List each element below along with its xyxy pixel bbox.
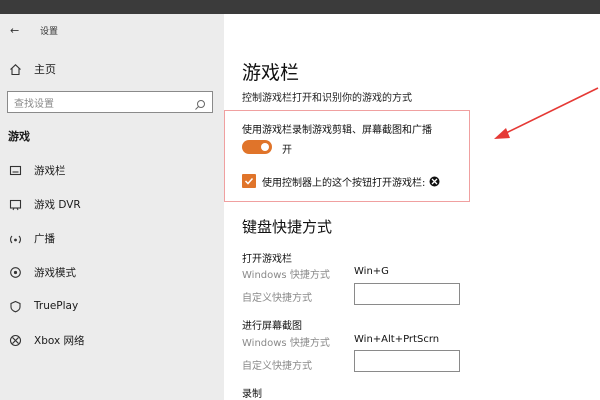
back-arrow-icon[interactable]: ←	[10, 24, 26, 37]
windows-shortcut-label: Windows 快捷方式	[242, 270, 330, 281]
annotation-arrow	[494, 87, 599, 139]
xbox-icon	[8, 333, 22, 347]
next-section-title: 录制	[242, 389, 262, 400]
broadcast-icon	[8, 231, 22, 245]
sidebar-item-broadcast[interactable]: 广播	[8, 229, 55, 247]
section-title: 游戏	[8, 130, 30, 143]
toggle-knob	[261, 143, 269, 151]
custom-shortcut-label: 自定义快捷方式	[242, 361, 312, 372]
shortcut-name: 进行屏幕截图	[242, 321, 302, 332]
sidebar-item-label: 主页	[34, 63, 56, 76]
game-mode-icon	[8, 265, 22, 279]
windows-shortcut-value: Win+G	[354, 266, 389, 277]
toggle-state-label: 开	[282, 145, 292, 156]
home-icon	[8, 62, 22, 76]
search-input[interactable]: 查找设置	[7, 91, 213, 113]
game-bar-icon	[8, 163, 22, 177]
sidebar-item-label: 游戏 DVR	[34, 198, 81, 211]
page-subtitle: 控制游戏栏打开和识别你的游戏的方式	[242, 93, 412, 104]
sidebar-item-label: 游戏模式	[34, 266, 76, 279]
windows-shortcut-label: Windows 快捷方式	[242, 338, 330, 349]
page-title: 游戏栏	[242, 62, 300, 84]
main-content: 游戏栏 控制游戏栏打开和识别你的游戏的方式 使用游戏栏录制游戏剪辑、屏幕截图和广…	[224, 14, 600, 400]
custom-shortcut-input[interactable]	[354, 350, 460, 372]
checkbox-label: 使用控制器上的这个按钮打开游戏栏:	[262, 178, 426, 189]
window-title-bar	[0, 0, 600, 14]
search-placeholder: 查找设置	[14, 98, 54, 110]
sidebar: ← 设置 主页 查找设置 游戏 游戏栏 游戏 DVR 广播 游戏模式 TrueP…	[0, 14, 224, 400]
xbox-button-icon	[429, 176, 440, 187]
dvr-icon	[8, 197, 22, 211]
shortcut-name: 打开游戏栏	[242, 254, 292, 265]
custom-shortcut-input[interactable]	[354, 283, 460, 305]
sidebar-item-trueplay[interactable]: TruePlay	[8, 297, 78, 315]
record-toggle[interactable]	[242, 140, 272, 154]
sidebar-item-game-dvr[interactable]: 游戏 DVR	[8, 195, 81, 213]
trueplay-icon	[8, 299, 22, 313]
checkbox-label-row: 使用控制器上的这个按钮打开游戏栏:	[262, 174, 440, 189]
sidebar-item-game-bar[interactable]: 游戏栏	[8, 161, 66, 179]
record-setting-label: 使用游戏栏录制游戏剪辑、屏幕截图和广播	[242, 125, 432, 136]
sidebar-item-label: Xbox 网络	[34, 334, 85, 347]
sidebar-item-label: 游戏栏	[34, 164, 66, 177]
sidebar-item-label: 广播	[34, 232, 55, 245]
sidebar-item-xbox-network[interactable]: Xbox 网络	[8, 331, 85, 349]
sidebar-item-label: TruePlay	[34, 300, 79, 312]
back-row: ← 设置	[10, 22, 58, 38]
keyboard-shortcuts-title: 键盘快捷方式	[242, 218, 333, 236]
checkmark-icon	[244, 177, 254, 185]
sidebar-item-home[interactable]: 主页	[8, 60, 56, 78]
app-title: 设置	[40, 26, 59, 37]
windows-shortcut-value: Win+Alt+PrtScrn	[354, 334, 440, 345]
controller-button-checkbox[interactable]	[242, 174, 256, 188]
sidebar-item-game-mode[interactable]: 游戏模式	[8, 263, 76, 281]
search-icon[interactable]	[194, 96, 206, 110]
custom-shortcut-label: 自定义快捷方式	[242, 293, 312, 304]
